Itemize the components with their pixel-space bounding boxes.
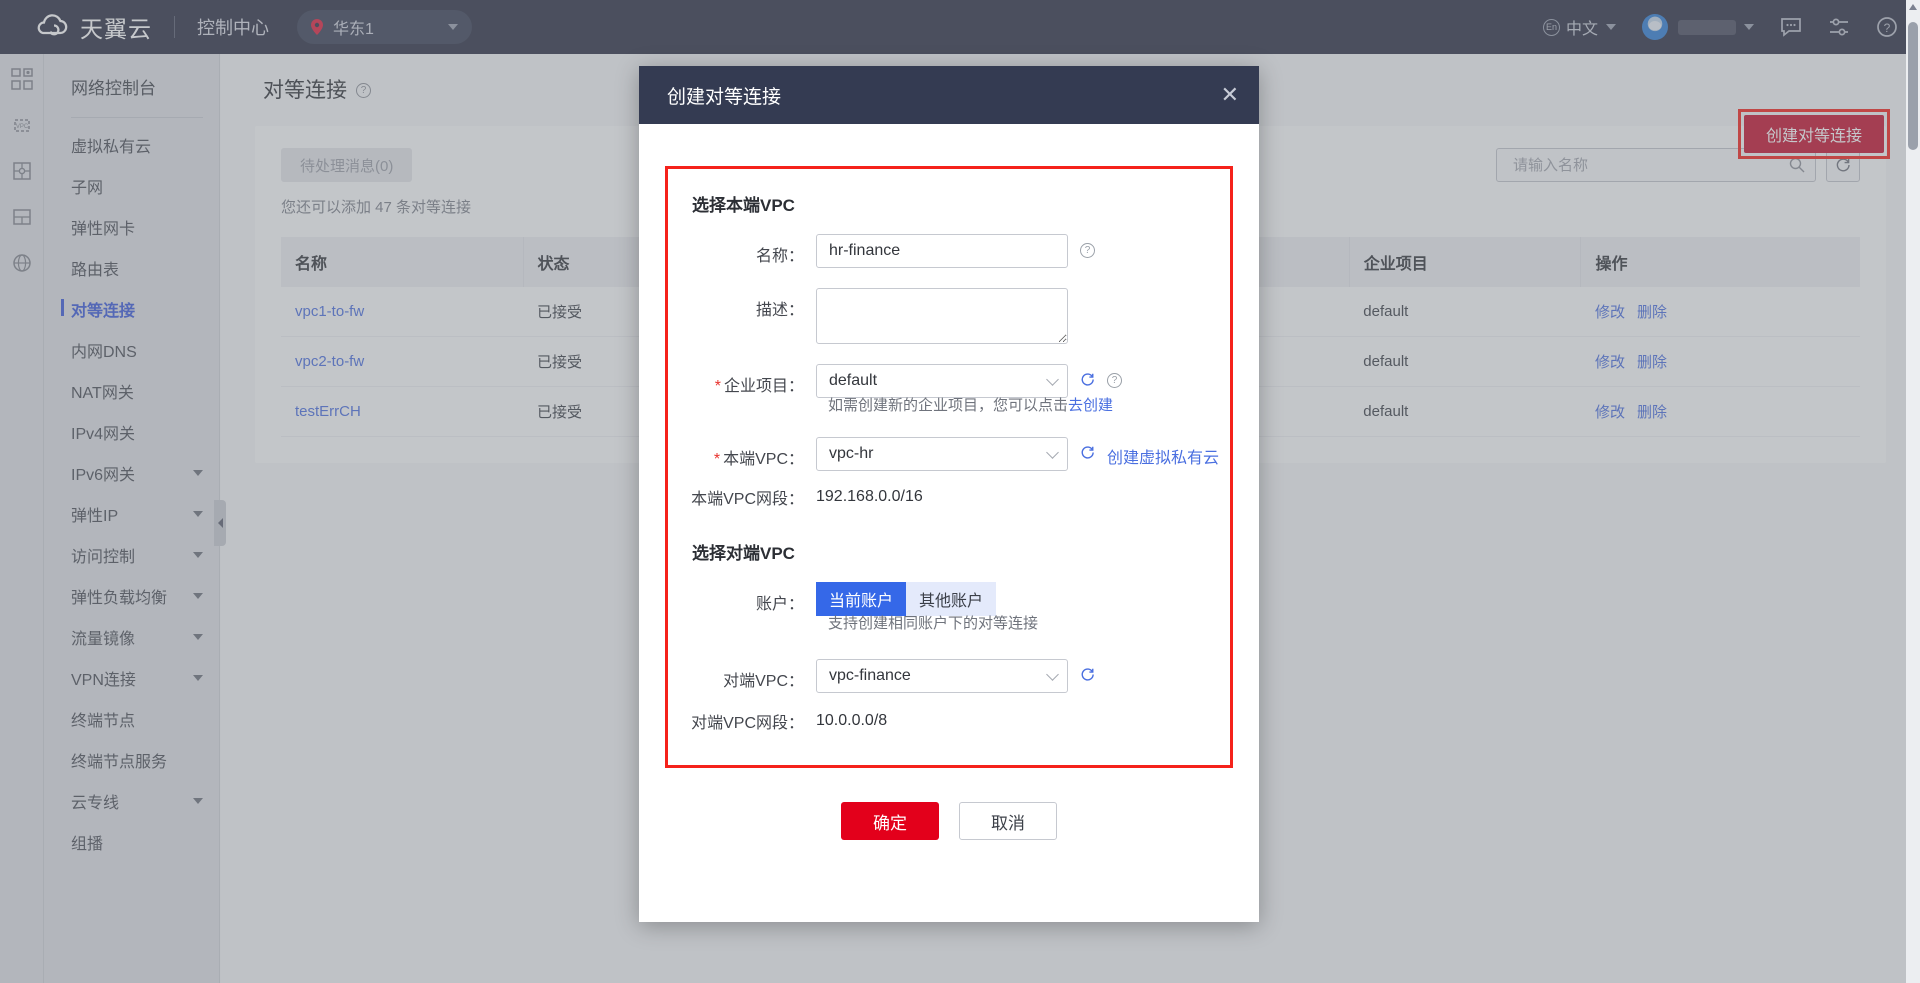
scrollbar-thumb[interactable] <box>1908 22 1918 150</box>
field-row-peer-cidr: 对端VPC网段： 10.0.0.0/8 <box>668 709 1230 733</box>
local-vpc-control: vpc-hr 创建虚拟私有云 <box>816 437 1219 471</box>
dialog-header: 创建对等连接 ✕ <box>639 66 1259 124</box>
peer-cidr-value: 10.0.0.0/8 <box>816 712 887 730</box>
dialog-body: 选择本端VPC 名称： ? 描述： *企业项目： <box>639 124 1259 840</box>
enterprise-project-value: default <box>829 372 1048 390</box>
peer-vpc-control: vpc-finance <box>816 659 1095 693</box>
page-scrollbar[interactable] <box>1906 0 1920 983</box>
local-vpc-label: *本端VPC： <box>668 437 816 469</box>
account-hint: 支持创建相同账户下的对等连接 <box>828 612 1230 633</box>
account-segmented-control: 当前账户 其他账户 <box>816 582 996 616</box>
name-label: 名称： <box>668 234 816 266</box>
local-vpc-section-title: 选择本端VPC <box>692 191 1230 216</box>
create-enterprise-project-link[interactable]: 去创建 <box>1068 397 1113 414</box>
peer-vpc-select[interactable]: vpc-finance <box>816 659 1068 693</box>
field-row-local-vpc: *本端VPC： vpc-hr 创建虚拟私有云 <box>668 437 1230 471</box>
local-vpc-value: vpc-hr <box>829 445 1048 463</box>
local-cidr-label: 本端VPC网段： <box>668 485 816 509</box>
field-row-enterprise-project: *企业项目： default ? <box>668 364 1230 398</box>
chevron-down-icon <box>1046 446 1059 459</box>
help-circle-icon[interactable]: ? <box>1107 373 1122 388</box>
required-asterisk: * <box>714 451 720 468</box>
create-vpc-link[interactable]: 创建虚拟私有云 <box>1107 444 1219 468</box>
local-vpc-select[interactable]: vpc-hr <box>816 437 1068 471</box>
enterprise-project-select[interactable]: default <box>816 364 1068 398</box>
chevron-down-icon <box>1046 668 1059 681</box>
peer-vpc-label: 对端VPC： <box>668 659 816 691</box>
description-control <box>816 288 1068 344</box>
local-cidr-value: 192.168.0.0/16 <box>816 488 923 506</box>
description-label: 描述： <box>668 288 816 320</box>
create-peering-dialog: 创建对等连接 ✕ 选择本端VPC 名称： ? 描述： <box>639 66 1259 922</box>
peer-vpc-value: vpc-finance <box>829 667 1048 685</box>
refresh-icon[interactable] <box>1080 445 1095 460</box>
refresh-icon[interactable] <box>1080 372 1095 387</box>
name-input[interactable] <box>816 234 1068 268</box>
field-row-local-cidr: 本端VPC网段： 192.168.0.0/16 <box>668 485 1230 509</box>
peer-cidr-label: 对端VPC网段： <box>668 709 816 733</box>
account-label: 账户： <box>668 582 816 614</box>
close-icon[interactable]: ✕ <box>1221 84 1239 106</box>
account-control: 当前账户 其他账户 <box>816 582 996 616</box>
cancel-button[interactable]: 取消 <box>959 802 1057 840</box>
help-circle-icon[interactable]: ? <box>1080 243 1095 258</box>
description-textarea[interactable] <box>816 288 1068 344</box>
field-row-account: 账户： 当前账户 其他账户 <box>668 582 1230 616</box>
enterprise-project-hint: 如需创建新的企业项目，您可以点击去创建 <box>828 394 1230 415</box>
dialog-footer: 确定 取消 <box>665 802 1233 840</box>
confirm-button[interactable]: 确定 <box>841 802 939 840</box>
peer-vpc-section-title: 选择对端VPC <box>692 539 1230 564</box>
field-row-description: 描述： <box>668 288 1230 344</box>
enterprise-project-label: *企业项目： <box>668 364 816 396</box>
refresh-icon[interactable] <box>1080 667 1095 682</box>
required-asterisk: * <box>715 378 721 395</box>
account-current-tab[interactable]: 当前账户 <box>816 582 906 616</box>
field-row-name: 名称： ? <box>668 234 1230 268</box>
account-other-tab[interactable]: 其他账户 <box>906 582 996 616</box>
name-control: ? <box>816 234 1095 268</box>
enterprise-project-control: default ? <box>816 364 1122 398</box>
chevron-down-icon <box>1046 373 1059 386</box>
enterprise-project-hint-text: 如需创建新的企业项目，您可以点击 <box>828 397 1068 414</box>
field-row-peer-vpc: 对端VPC： vpc-finance <box>668 659 1230 693</box>
dialog-title: 创建对等连接 <box>667 82 1221 109</box>
scroll-up-arrow-icon[interactable] <box>1909 4 1917 10</box>
form-highlight-box: 选择本端VPC 名称： ? 描述： *企业项目： <box>665 166 1233 768</box>
